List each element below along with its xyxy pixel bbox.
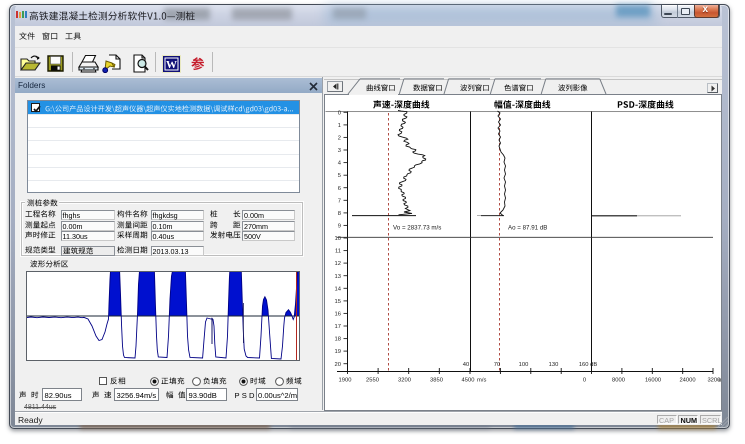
svg-text:24000: 24000 (679, 378, 695, 384)
svg-text:6: 6 (338, 186, 341, 192)
svg-text:2: 2 (338, 136, 341, 142)
svg-text:0: 0 (583, 378, 586, 384)
svg-text:3: 3 (338, 148, 341, 154)
svg-text:11: 11 (335, 249, 341, 255)
svg-text:Vo = 2837.73 m/s: Vo = 2837.73 m/s (393, 225, 441, 232)
svg-text:14: 14 (335, 286, 342, 292)
svg-text:8: 8 (338, 211, 341, 217)
svg-text:m/s: m/s (477, 378, 486, 384)
svg-text:3200: 3200 (398, 378, 411, 384)
svg-text:160 dB: 160 dB (579, 362, 598, 368)
svg-text:9: 9 (338, 224, 341, 230)
svg-text:W: W (166, 59, 177, 71)
svg-text:70: 70 (494, 362, 500, 368)
svg-text:2550: 2550 (366, 378, 379, 384)
svg-text:8000: 8000 (612, 378, 625, 384)
svg-text:16: 16 (335, 312, 341, 318)
svg-text:19: 19 (335, 349, 341, 355)
svg-text:130: 130 (549, 362, 559, 368)
svg-text:1: 1 (338, 123, 341, 129)
svg-text:5: 5 (338, 173, 341, 179)
svg-text:4500: 4500 (462, 378, 475, 384)
svg-text:16000: 16000 (645, 378, 661, 384)
svg-text:Ao = 87.91 dB: Ao = 87.91 dB (508, 225, 547, 232)
svg-text:17: 17 (335, 324, 341, 330)
svg-text:3850: 3850 (430, 378, 443, 384)
svg-text:7: 7 (338, 198, 341, 204)
svg-text:20: 20 (335, 362, 341, 368)
svg-text:12: 12 (335, 261, 341, 267)
svg-text:4: 4 (338, 161, 342, 167)
svg-text:15: 15 (335, 299, 341, 305)
svg-text:u: u (718, 378, 721, 384)
svg-text:0: 0 (338, 110, 341, 116)
svg-text:18: 18 (335, 337, 341, 343)
svg-text:1900: 1900 (339, 378, 352, 384)
svg-text:40: 40 (463, 362, 469, 368)
svg-text:13: 13 (335, 274, 341, 280)
svg-text:100: 100 (519, 362, 529, 368)
